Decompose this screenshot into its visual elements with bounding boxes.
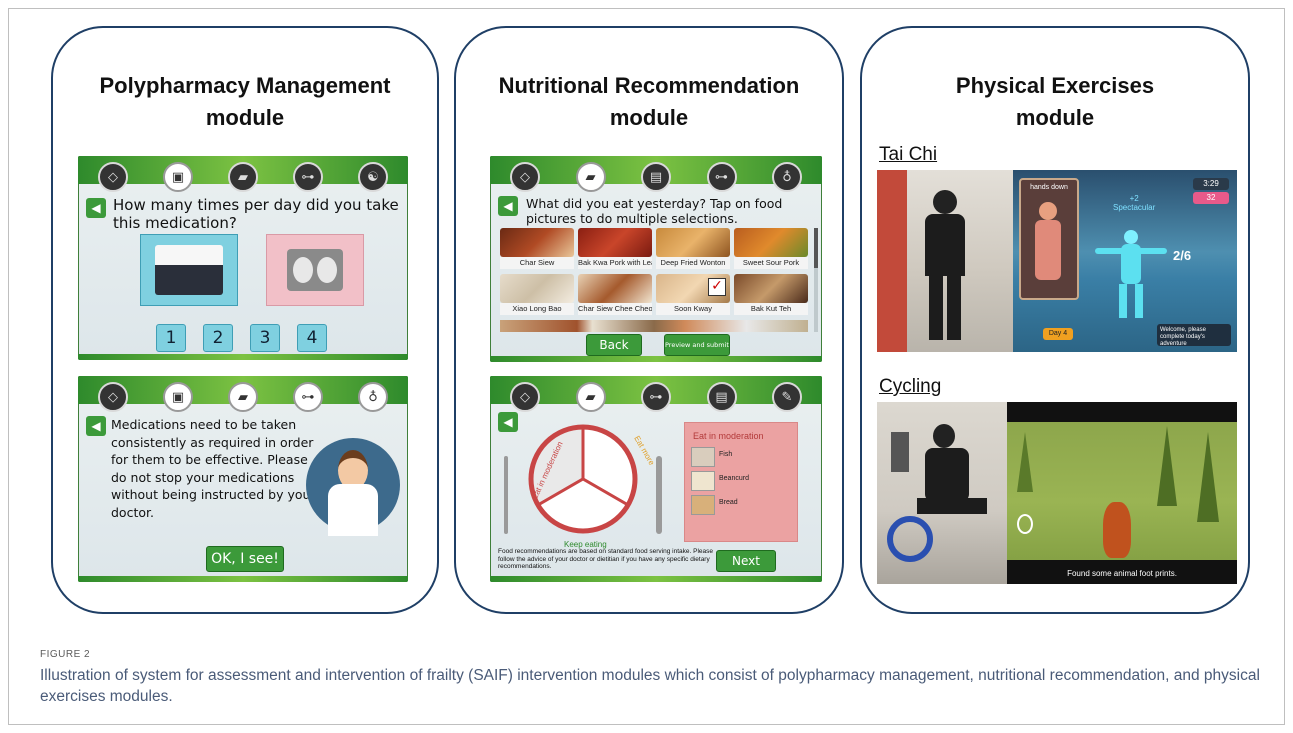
food-item-char-siew[interactable]: Char Siew xyxy=(500,228,574,269)
speaker-icon[interactable]: ◀ xyxy=(498,196,518,216)
cycling-game-screen[interactable]: Found some animal foot prints. xyxy=(1007,402,1237,584)
answer-button-2[interactable]: 2 xyxy=(203,324,233,352)
bicycle-icon[interactable]: ♁ xyxy=(772,162,802,192)
food-icon[interactable]: ▰ xyxy=(228,162,258,192)
answer-button-3[interactable]: 3 xyxy=(250,324,280,352)
fox-character xyxy=(1103,502,1131,558)
moderation-list-panel: Eat in moderation Fish Beancurd Bread xyxy=(684,422,798,542)
food-selection-screen: ◇ ▰ ▤ ⊶ ♁ ◀ What did you eat yesterday? … xyxy=(490,156,822,362)
back-button[interactable]: Back xyxy=(586,334,642,356)
next-button[interactable]: Next xyxy=(716,550,776,572)
dumbbell-icon[interactable]: ⊶ xyxy=(293,382,323,412)
doctor-illustration xyxy=(306,438,400,536)
spoon-icon xyxy=(656,456,662,534)
list-title: Eat in moderation xyxy=(693,431,764,441)
panel-title: Nutritional Recommendation module xyxy=(498,73,800,130)
preview-submit-button[interactable]: Preview and submit xyxy=(664,334,730,356)
game-progress: 2/6 xyxy=(1173,248,1192,263)
bicycle-icon[interactable]: ♁ xyxy=(358,382,388,412)
cycling-photo xyxy=(877,402,1007,584)
answer-button-4[interactable]: 4 xyxy=(297,324,327,352)
scrollbar[interactable] xyxy=(814,228,818,332)
food-item-xiao-long-bao[interactable]: Xiao Long Bao xyxy=(500,274,574,315)
dumbbell-icon[interactable]: ⊶ xyxy=(641,382,671,412)
cycling-label: Cycling xyxy=(879,376,942,397)
advice-text: Medications need to be taken consistentl… xyxy=(111,417,316,520)
question-text: How many times per day did you take this… xyxy=(113,196,399,232)
nutrition-panel: Nutritional Recommendation module ◇ ▰ ▤ … xyxy=(454,26,844,614)
avatar-figure xyxy=(1095,230,1167,320)
dumbbell-icon[interactable]: ⊶ xyxy=(293,162,323,192)
lightbulb-icon xyxy=(1017,514,1033,534)
list-item: Beancurd xyxy=(691,471,791,491)
food-icon[interactable]: ▰ xyxy=(575,382,606,412)
pose-card: hands down xyxy=(1019,178,1079,300)
tools-icon[interactable]: ✎ xyxy=(772,382,802,412)
food-icon[interactable]: ▰ xyxy=(228,382,258,412)
document-icon[interactable]: ▤ xyxy=(641,162,671,192)
panel-title: Polypharmacy Management module xyxy=(99,73,391,130)
speaker-icon[interactable]: ◀ xyxy=(86,416,106,436)
selected-checkbox[interactable]: ✓ xyxy=(708,278,726,296)
game-score: 32 xyxy=(1193,192,1229,204)
question-text: What did you eat yesterday? Tap on food … xyxy=(526,196,783,226)
footnote: Food recommendations are based on standa… xyxy=(498,548,713,570)
fork-icon xyxy=(504,456,508,534)
panel-title: Physical Exercises module xyxy=(955,73,1155,130)
pill-icon[interactable]: ◇ xyxy=(98,382,128,412)
food-item-chee-cheong-fu[interactable]: Char Siew Chee Cheong Fu xyxy=(578,274,652,315)
polypharmacy-panel: Polypharmacy Management module ◇ ▣ ▰ ⊶ ☯… xyxy=(51,26,439,614)
document-icon[interactable]: ▤ xyxy=(706,382,737,412)
food-item-bak-kut-teh[interactable]: Bak Kut Teh xyxy=(734,274,808,315)
medicine-bottle-icon[interactable]: ▣ xyxy=(163,382,193,412)
game-welcome-message: Welcome, please complete today's adventu… xyxy=(1157,324,1231,347)
ok-button[interactable]: OK, I see! xyxy=(206,546,284,572)
game-timer: 3:29 xyxy=(1193,178,1229,190)
medication-question-screen: ◇ ▣ ▰ ⊶ ☯ ◀ How many times per day did y… xyxy=(78,156,408,360)
taichi-game-screen[interactable]: hands down 3:29 32 +2 Spectacular 2/6 Da… xyxy=(1013,170,1237,352)
dumbbell-icon[interactable]: ⊶ xyxy=(706,162,737,192)
food-item-bak-kwa[interactable]: Bak Kwa Pork with Lean Am xyxy=(578,228,652,269)
food-item-deep-fried-wonton[interactable]: Deep Fried Wonton xyxy=(656,228,730,269)
figure-caption: Illustration of system for assessment an… xyxy=(40,667,1260,705)
food-item-soon-kway[interactable]: ✓ Soon Kway xyxy=(656,274,730,315)
food-recommendation-screen: ◇ ▰ ⊶ ▤ ✎ ◀ Eat in moderation Eat more K… xyxy=(490,376,822,582)
medication-image-pills[interactable] xyxy=(266,234,364,306)
speaker-icon[interactable]: ◀ xyxy=(498,412,518,432)
taichi-label: Tai Chi xyxy=(879,144,938,165)
figure-label: FIGURE 2 xyxy=(40,649,91,660)
pill-icon[interactable]: ◇ xyxy=(98,162,128,192)
medication-image-blister[interactable] xyxy=(140,234,238,306)
pill-icon[interactable]: ◇ xyxy=(510,382,540,412)
yin-yang-icon[interactable]: ☯ xyxy=(358,162,388,192)
speaker-icon[interactable]: ◀ xyxy=(86,198,106,218)
taichi-photo xyxy=(877,170,1013,352)
pill-icon[interactable]: ◇ xyxy=(510,162,540,192)
game-day-badge: Day 4 xyxy=(1043,328,1073,340)
exercise-panel: Physical Exercises module Tai Chi hands … xyxy=(860,26,1250,614)
food-row-partial xyxy=(500,320,808,332)
game-feedback: +2 Spectacular xyxy=(1113,194,1156,212)
game-message: Found some animal foot prints. xyxy=(1067,569,1177,578)
food-icon[interactable]: ▰ xyxy=(575,162,606,192)
list-item: Bread xyxy=(691,495,791,515)
food-item-sweet-sour-pork[interactable]: Sweet Sour Pork xyxy=(734,228,808,269)
list-item: Fish xyxy=(691,447,791,467)
medication-advice-screen: ◇ ▣ ▰ ⊶ ♁ ◀ Medications need to be taken… xyxy=(78,376,408,582)
medicine-bottle-icon[interactable]: ▣ xyxy=(163,162,193,192)
answer-button-1[interactable]: 1 xyxy=(156,324,186,352)
